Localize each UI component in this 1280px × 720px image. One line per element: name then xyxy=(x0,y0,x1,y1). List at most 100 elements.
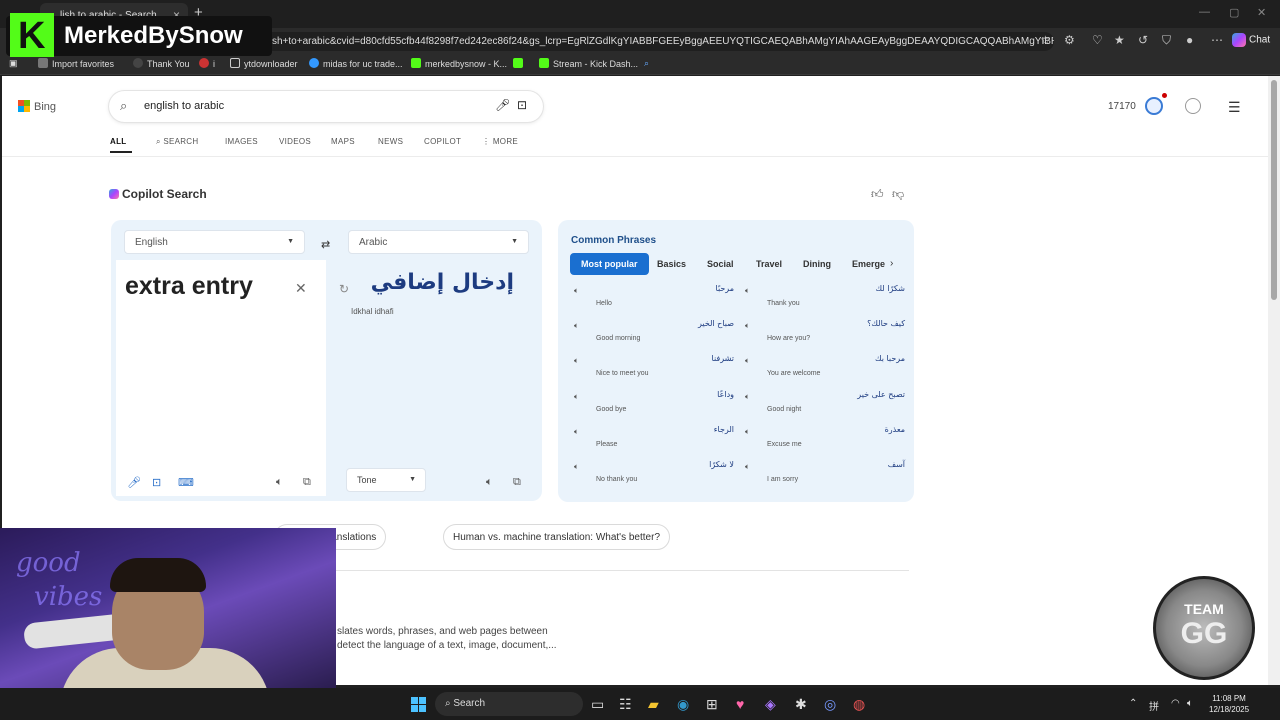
phrase-tab-most-popular[interactable]: Most popular xyxy=(570,253,649,275)
tab-news[interactable]: NEWS xyxy=(378,137,403,146)
speaker-icon[interactable]: 🔈︎ xyxy=(745,427,750,437)
phrase-item[interactable]: 🔈︎ الرجاء Please xyxy=(574,425,734,461)
phrase-tab-dining[interactable]: Dining xyxy=(803,259,831,269)
user-account-icon[interactable] xyxy=(1185,98,1201,114)
search-box[interactable]: ⌕ english to arabic 🎤︎ ⊡ xyxy=(109,91,543,122)
speaker-icon[interactable]: 🔈︎ xyxy=(745,321,750,331)
phrase-item[interactable]: 🔈︎ مرحبًا Hello xyxy=(574,284,734,320)
speaker-icon[interactable]: 🔈︎ xyxy=(574,427,579,437)
rewards-medal-icon[interactable] xyxy=(1145,97,1163,115)
discord-icon[interactable]: ◎ xyxy=(824,696,836,713)
app-icon[interactable]: ♥ xyxy=(736,696,744,712)
swap-languages-icon[interactable]: ⇄ xyxy=(321,238,330,251)
browser-essentials-icon[interactable]: ♡ xyxy=(1092,33,1103,47)
chevron-right-icon[interactable]: › xyxy=(890,258,893,269)
file-explorer-icon[interactable]: ▰ xyxy=(648,696,659,713)
phrase-tab-social[interactable]: Social xyxy=(707,259,734,269)
edge-icon[interactable]: ◉ xyxy=(677,696,689,713)
tab-images[interactable]: IMAGES xyxy=(225,137,258,146)
hamburger-menu-icon[interactable]: ☰ xyxy=(1228,99,1241,116)
scrollbar-thumb[interactable] xyxy=(1271,80,1277,300)
fav-kick[interactable] xyxy=(513,58,527,69)
tab-search[interactable]: ⌕ SEARCH xyxy=(156,137,198,147)
speaker-icon[interactable]: 🔈︎ xyxy=(574,321,579,331)
taskbar-clock[interactable]: 11:08 PM 12/18/2025 xyxy=(1209,693,1249,715)
fav-import[interactable]: Import favorites xyxy=(38,58,114,69)
speaker-icon[interactable]: 🔈︎ xyxy=(574,462,579,472)
favorites-bar-icon[interactable]: ▣ xyxy=(9,58,18,69)
wifi-icon[interactable]: ◠ xyxy=(1171,698,1180,709)
visual-search-icon[interactable]: ⊡ xyxy=(517,98,527,112)
history-icon[interactable]: ↺ xyxy=(1138,33,1148,47)
fav-midas[interactable]: midas for uc trade... xyxy=(309,58,403,69)
tray-overflow-icon[interactable]: ⌃ xyxy=(1129,698,1137,709)
phrase-item[interactable]: 🔈︎ تشرفنا Nice to meet you xyxy=(574,354,734,390)
phrase-item[interactable]: 🔈︎ كيف حالك؟ How are you? xyxy=(745,319,905,355)
speaker-icon[interactable]: 🔈︎ xyxy=(745,392,750,402)
phrase-item[interactable]: 🔈︎ معذرة Excuse me xyxy=(745,425,905,461)
address-bar[interactable]: sh+to+arabic&cvid=d80cfd55cfb44f8298f7ed… xyxy=(262,32,1054,51)
camera-scan-icon[interactable]: ⊡ xyxy=(152,476,161,489)
tab-copilot[interactable]: COPILOT xyxy=(424,137,461,146)
fav-merkedbysnow[interactable]: merkedbysnow - K... xyxy=(411,58,507,69)
speaker-icon[interactable]: 🔈︎ xyxy=(574,356,579,366)
copy-icon[interactable]: ⧉ xyxy=(303,476,311,489)
volume-icon[interactable]: 🔈︎ xyxy=(1187,698,1193,709)
speaker-icon[interactable]: 🔈︎ xyxy=(745,462,750,472)
thumbs-down-icon[interactable]: 👎︎ xyxy=(892,187,904,202)
maximize-icon[interactable]: ▢ xyxy=(1229,6,1239,19)
fav-stream-kick[interactable]: Stream - Kick Dash... xyxy=(539,58,638,69)
store-icon[interactable]: ⊞ xyxy=(706,696,718,713)
thumbs-up-icon[interactable]: 👍︎ xyxy=(871,187,884,202)
shield-icon[interactable]: ⛉ xyxy=(1162,33,1171,48)
copilot-chat-button[interactable]: Chat xyxy=(1232,33,1270,47)
profile-icon[interactable]: ● xyxy=(1186,33,1193,47)
fav-search-icon[interactable]: ⌕ xyxy=(644,58,649,69)
search-icon[interactable]: ⌕ xyxy=(120,98,127,114)
phrase-item[interactable]: 🔈︎ صباح الخير Good morning xyxy=(574,319,734,355)
phrase-item[interactable]: 🔈︎ تصبح على خير Good night xyxy=(745,390,905,426)
source-language-select[interactable]: English ▼ xyxy=(124,230,305,254)
obs-icon[interactable]: ◍ xyxy=(853,696,865,713)
source-text[interactable]: extra entry xyxy=(125,272,253,301)
copy-icon[interactable]: ⧉ xyxy=(513,476,521,489)
related-chip-human-vs-machine[interactable]: Human vs. machine translation: What's be… xyxy=(443,524,671,550)
page-scrollbar[interactable] xyxy=(1268,76,1280,685)
minimize-icon[interactable]: — xyxy=(1199,6,1210,18)
speaker-icon[interactable]: 🔈︎ xyxy=(574,392,579,402)
task-view-icon[interactable]: ▭ xyxy=(591,696,604,713)
tab-videos[interactable]: VIDEOS xyxy=(279,137,311,146)
phrase-tab-emergency[interactable]: Emerge xyxy=(852,259,888,269)
copilot-app-icon[interactable]: ◈ xyxy=(765,696,776,713)
speaker-icon[interactable]: 🔈︎ xyxy=(745,356,750,366)
phrase-item[interactable]: 🔈︎ وداعًا Good bye xyxy=(574,390,734,426)
speaker-icon[interactable]: 🔈︎ xyxy=(745,286,750,296)
clear-text-icon[interactable]: ✕ xyxy=(295,280,307,297)
phrase-item[interactable]: 🔈︎ مرحبا بك You are welcome xyxy=(745,354,905,390)
language-icon[interactable]: 拼 xyxy=(1149,698,1159,713)
phrase-tab-basics[interactable]: Basics xyxy=(657,259,686,269)
speaker-icon[interactable]: 🔈︎ xyxy=(574,286,579,296)
tab-all[interactable]: ALL xyxy=(110,137,126,146)
close-window-icon[interactable]: ✕ xyxy=(1257,6,1266,19)
rewards-points[interactable]: 17170 xyxy=(1108,101,1136,112)
tab-maps[interactable]: MAPS xyxy=(331,137,355,146)
target-language-select[interactable]: Arabic ▼ xyxy=(348,230,529,254)
search-input[interactable]: english to arabic xyxy=(144,100,224,112)
taskbar-search[interactable]: ⌕ Search xyxy=(435,692,583,716)
phrase-item[interactable]: 🔈︎ شكرًا لك Thank you xyxy=(745,284,905,320)
microphone-icon[interactable]: 🎤︎ xyxy=(127,476,141,489)
fav-ytdownloader[interactable]: ytdownloader xyxy=(230,58,298,69)
phrase-item[interactable]: 🔈︎ لا شكرًا No thank you xyxy=(574,460,734,496)
fav-thank-you[interactable]: Thank You xyxy=(133,58,190,69)
teams-icon[interactable]: ☷ xyxy=(619,696,632,713)
microphone-icon[interactable]: 🎤︎ xyxy=(495,98,510,112)
tone-select[interactable]: Tone ▼ xyxy=(346,468,426,492)
settings-icon[interactable]: ✱ xyxy=(795,696,807,713)
bing-logo[interactable]: Bing xyxy=(18,100,56,113)
extensions-icon[interactable]: ⚙ xyxy=(1064,33,1075,47)
speaker-icon[interactable]: 🔈︎ xyxy=(276,476,283,489)
keyboard-icon[interactable]: ⌨ xyxy=(178,476,194,489)
speaker-icon[interactable]: 🔈︎ xyxy=(486,476,493,489)
more-options-icon[interactable]: ⋯ xyxy=(1211,33,1223,47)
